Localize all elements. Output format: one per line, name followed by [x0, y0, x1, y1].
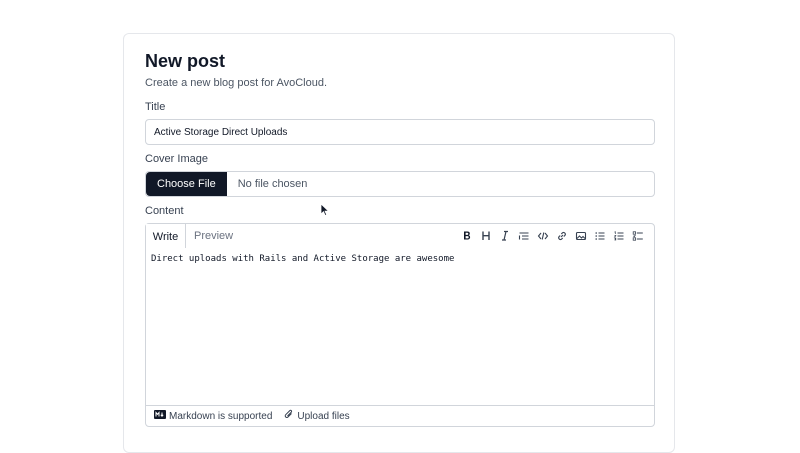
- cover-image-label: Cover Image: [145, 153, 208, 165]
- choose-file-button[interactable]: Choose File: [146, 172, 227, 196]
- title-input[interactable]: [145, 119, 655, 145]
- task-list-icon[interactable]: [630, 228, 646, 244]
- code-icon[interactable]: [535, 228, 551, 244]
- file-status-text: No file chosen: [237, 178, 308, 190]
- cover-image-file-input[interactable]: Choose File No file chosen: [145, 171, 655, 197]
- editor-toolbar: Write Preview: [146, 224, 654, 249]
- paperclip-icon: [284, 409, 294, 423]
- page-title: New post: [145, 51, 226, 71]
- italic-icon[interactable]: [497, 228, 513, 244]
- upload-files-button[interactable]: Upload files: [284, 409, 350, 423]
- markdown-editor: Write Preview Direct uploads with Rails …: [145, 223, 655, 427]
- image-icon[interactable]: [573, 228, 589, 244]
- mouse-cursor-icon: [320, 203, 330, 217]
- editor-footer: Markdown is supported Upload files: [146, 405, 654, 426]
- bold-icon[interactable]: [459, 228, 475, 244]
- markdown-support-note: Markdown is supported: [154, 410, 272, 422]
- tab-write[interactable]: Write: [146, 224, 186, 249]
- bullet-list-icon[interactable]: [592, 228, 608, 244]
- content-textarea[interactable]: Direct uploads with Rails and Active Sto…: [146, 248, 654, 404]
- page-subtitle: Create a new blog post for AvoCloud.: [145, 77, 328, 89]
- tab-preview[interactable]: Preview: [194, 224, 233, 248]
- upload-files-text: Upload files: [297, 410, 350, 422]
- markdown-support-text: Markdown is supported: [169, 410, 273, 422]
- quote-icon[interactable]: [516, 228, 532, 244]
- link-icon[interactable]: [554, 228, 570, 244]
- markdown-icon: [154, 410, 166, 422]
- content-label: Content: [145, 205, 184, 217]
- numbered-list-icon[interactable]: [611, 228, 627, 244]
- formatting-tools: [459, 228, 646, 244]
- new-post-card: New post Create a new blog post for AvoC…: [123, 33, 675, 453]
- title-label: Title: [145, 101, 166, 113]
- heading-icon[interactable]: [478, 228, 494, 244]
